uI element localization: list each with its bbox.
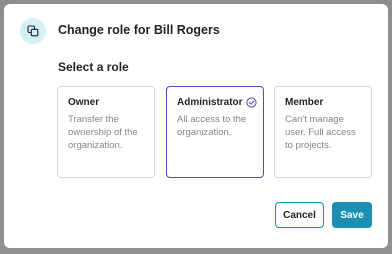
cancel-button[interactable]: Cancel [275, 202, 324, 228]
save-button[interactable]: Save [332, 202, 372, 228]
role-card-owner[interactable]: Owner Transfer the ownership of the orga… [57, 86, 155, 178]
check-circle-icon [245, 97, 257, 108]
role-name-owner: Owner [68, 97, 100, 108]
role-desc-owner: Transfer the ownership of the organizati… [68, 114, 138, 151]
select-role-label: Select a role [58, 60, 129, 74]
role-name-administrator: Administrator [177, 97, 243, 108]
role-card-member[interactable]: Member Can't manage user. Full access to… [274, 86, 372, 178]
dialog-title: Change role for Bill Rogers [58, 23, 220, 37]
role-card-administrator[interactable]: Administrator All access to the organiza… [166, 86, 264, 178]
role-name-member: Member [285, 97, 324, 108]
copy-icon [20, 18, 46, 44]
role-desc-administrator: All access to the organization. [177, 114, 247, 138]
role-desc-member: Can't manage user. Full access to projec… [285, 114, 356, 151]
change-role-dialog: Change role for Bill Rogers Select a rol… [4, 4, 388, 248]
